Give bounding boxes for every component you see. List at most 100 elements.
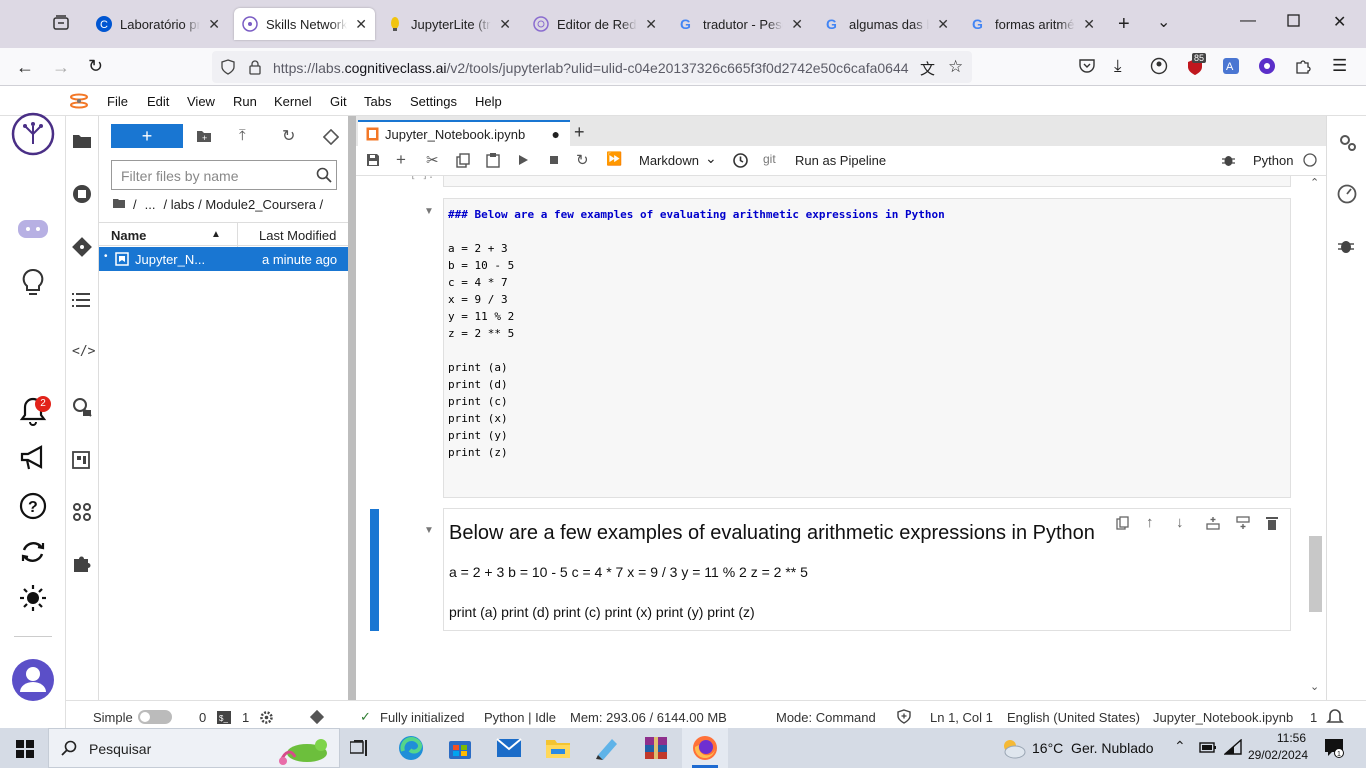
maximize-icon[interactable] xyxy=(1287,14,1300,27)
lightbulb-icon[interactable] xyxy=(20,268,46,300)
notebook-tab[interactable]: Jupyter_Notebook.ipynb ● xyxy=(358,120,570,146)
collapse-caret-icon[interactable]: ▼ xyxy=(424,525,434,536)
tab-overview-icon[interactable] xyxy=(52,14,70,32)
file-explorer-icon[interactable] xyxy=(545,736,571,760)
add-tab-icon[interactable]: + xyxy=(574,122,585,143)
winrar-icon[interactable] xyxy=(643,735,669,761)
filter-files-input[interactable]: Filter files by name xyxy=(111,160,337,190)
close-tab-icon[interactable]: ✕ xyxy=(645,16,657,33)
lock-icon[interactable] xyxy=(248,59,262,75)
clock-time[interactable]: 11:56 xyxy=(1252,731,1306,745)
column-name[interactable]: Name xyxy=(111,228,146,243)
puzzle-extension-icon[interactable] xyxy=(72,554,92,574)
code-cell-input[interactable] xyxy=(443,176,1291,187)
sync-icon[interactable] xyxy=(19,538,47,566)
scroll-down-icon[interactable]: ⌄ xyxy=(1310,680,1319,693)
move-down-icon[interactable]: ↓ xyxy=(1176,514,1184,531)
translate-icon[interactable]: 文 xyxy=(920,58,935,79)
move-up-icon[interactable]: ↑ xyxy=(1146,514,1154,531)
menu-git[interactable]: Git xyxy=(330,94,347,109)
debugger-icon[interactable] xyxy=(1338,238,1354,254)
breadcrumb-root[interactable]: / xyxy=(133,197,137,212)
clock-icon[interactable] xyxy=(733,153,748,168)
debugger-bug-icon[interactable] xyxy=(1222,154,1235,167)
refresh-icon[interactable]: ↻ xyxy=(282,126,295,146)
browser-tab-4[interactable]: Editor de Rede d ✕ xyxy=(525,8,665,40)
extension-circle-icon[interactable] xyxy=(1258,57,1276,75)
extensions-puzzle-icon[interactable] xyxy=(1294,57,1312,75)
close-tab-icon[interactable]: ✕ xyxy=(355,16,367,33)
property-settings-icon[interactable] xyxy=(1337,132,1357,152)
menu-view[interactable]: View xyxy=(187,94,215,109)
close-tab-icon[interactable]: ✕ xyxy=(499,16,511,33)
chat-icon[interactable] xyxy=(16,216,50,246)
notebook-scrollbar[interactable]: ⌃ ⌄ xyxy=(1307,176,1324,698)
edge-browser-icon[interactable] xyxy=(398,735,424,761)
save-icon[interactable] xyxy=(366,153,380,167)
download-icon[interactable]: ⤓ xyxy=(1114,56,1122,76)
menu-file[interactable]: File xyxy=(107,94,128,109)
home-folder-icon[interactable] xyxy=(113,197,125,212)
browser-tab-1[interactable]: C Laboratório práti ✕ xyxy=(88,8,228,40)
account-icon[interactable] xyxy=(1150,57,1168,75)
browser-tab-5[interactable]: G tradutor - Pesqui ✕ xyxy=(671,8,811,40)
browser-tab-6[interactable]: G algumas das bibl ✕ xyxy=(817,8,957,40)
close-tab-icon[interactable]: ✕ xyxy=(208,16,220,33)
markdown-source-cell[interactable]: ### Below are a few examples of evaluati… xyxy=(443,198,1291,498)
microsoft-store-icon[interactable] xyxy=(447,735,473,761)
git-icon[interactable] xyxy=(71,236,93,258)
new-tab-icon[interactable]: + xyxy=(1118,13,1130,36)
browser-tab-7[interactable]: G formas aritmétic ✕ xyxy=(963,8,1103,40)
windows-start-icon[interactable] xyxy=(16,740,34,758)
apps-icon[interactable] xyxy=(72,502,92,522)
translate-extension-icon[interactable]: A xyxy=(1222,57,1240,75)
interrupt-kernel-icon[interactable] xyxy=(547,153,561,167)
duplicate-cell-icon[interactable] xyxy=(1116,516,1129,530)
property-inspector-icon[interactable] xyxy=(71,396,93,418)
weather-text[interactable]: 16°C Ger. Nublado xyxy=(1032,740,1154,756)
shield-icon[interactable] xyxy=(220,59,236,75)
delete-cell-icon[interactable] xyxy=(1266,516,1278,530)
insert-above-icon[interactable] xyxy=(1206,516,1220,530)
help-icon[interactable]: ? xyxy=(19,492,47,520)
kernel-name[interactable]: Python xyxy=(1253,153,1293,168)
new-launcher-button[interactable]: + xyxy=(111,124,183,148)
insert-below-icon[interactable] xyxy=(1236,516,1250,530)
git-diff-button[interactable]: git xyxy=(763,152,776,166)
browser-tab-3[interactable]: JupyterLite (trata ✕ xyxy=(379,8,519,40)
taskbar-search-box[interactable]: Pesquisar xyxy=(48,728,340,768)
minimize-icon[interactable]: — xyxy=(1240,12,1256,30)
restart-kernel-icon[interactable]: ↻ xyxy=(576,151,589,169)
bookmark-star-icon[interactable]: ☆ xyxy=(948,57,963,77)
firefox-taskbar-item[interactable] xyxy=(682,728,728,768)
copy-icon[interactable] xyxy=(456,153,470,168)
paste-icon[interactable] xyxy=(486,153,500,168)
running-icon[interactable] xyxy=(72,184,92,204)
show-hidden-icons-icon[interactable]: ⌃ xyxy=(1174,738,1186,755)
theme-toggle-icon[interactable] xyxy=(19,584,47,612)
cursor-position[interactable]: Ln 1, Col 1 xyxy=(930,710,993,725)
run-cell-icon[interactable] xyxy=(516,153,530,167)
spellcheck-language[interactable]: English (United States) xyxy=(1007,710,1140,725)
menu-tabs[interactable]: Tabs xyxy=(364,94,391,109)
unsaved-dot-icon[interactable]: ● xyxy=(552,126,560,142)
kernels-count[interactable]: 1 xyxy=(242,710,249,725)
upload-icon[interactable]: ⤒ xyxy=(239,127,246,144)
network-icon[interactable] xyxy=(1224,739,1242,755)
new-folder-icon[interactable]: + xyxy=(196,129,212,143)
menu-run[interactable]: Run xyxy=(233,94,257,109)
clock-date[interactable]: 29/02/2024 xyxy=(1242,748,1308,762)
trust-shield-icon[interactable] xyxy=(897,709,911,724)
reload-icon[interactable]: ↻ xyxy=(88,56,103,77)
restart-run-all-icon[interactable]: ⏩ xyxy=(606,151,622,167)
sort-up-icon[interactable]: ▲ xyxy=(211,229,221,240)
list-tabs-icon[interactable]: ⌄ xyxy=(1157,12,1170,32)
code-snippets-icon[interactable]: </> xyxy=(72,344,95,359)
terminals-count[interactable]: 0 xyxy=(199,710,206,725)
back-icon[interactable]: ← xyxy=(16,57,34,78)
simple-mode-toggle[interactable] xyxy=(138,710,172,724)
chevron-down-icon[interactable]: ⌄ xyxy=(705,150,717,167)
breadcrumb-path[interactable]: / labs / Module2_Coursera / xyxy=(163,197,323,212)
column-last-modified[interactable]: Last Modified xyxy=(259,228,336,243)
kernel-status[interactable]: Python | Idle xyxy=(484,710,556,725)
